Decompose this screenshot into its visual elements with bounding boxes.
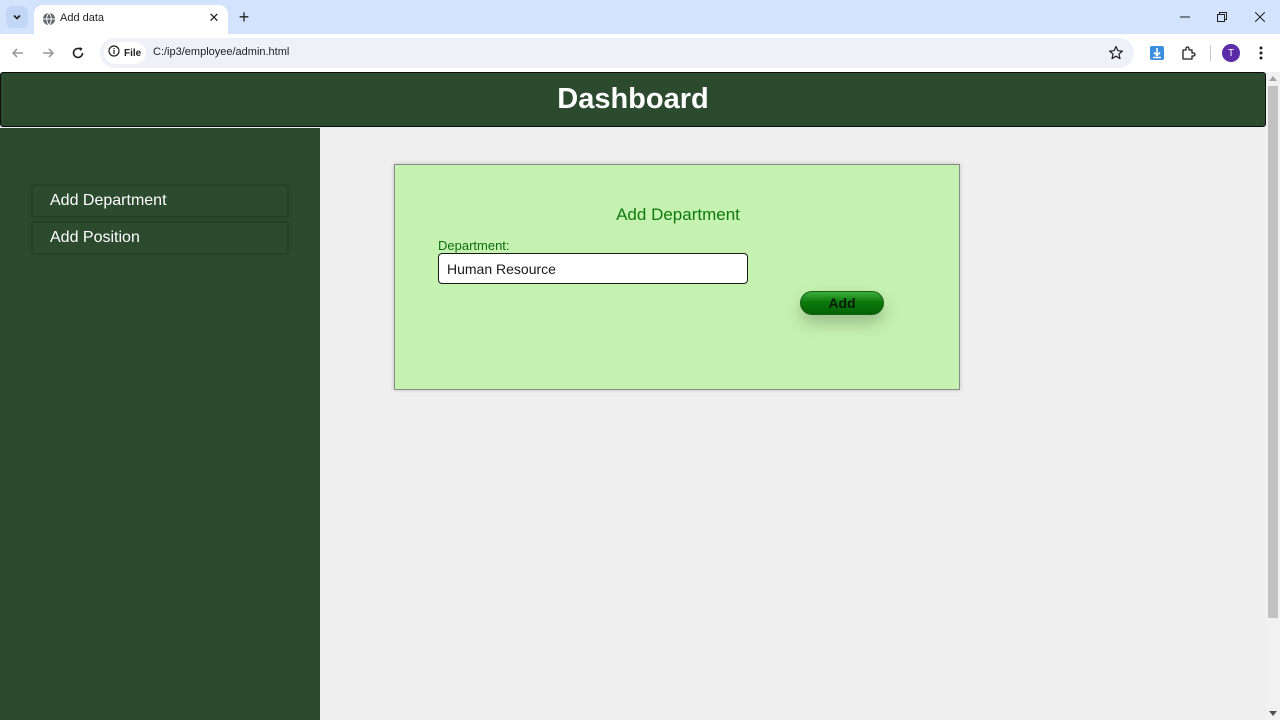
tab-strip: Add data ✕ + xyxy=(0,0,1280,34)
tab-title: Add data xyxy=(60,12,105,24)
forward-arrow-icon[interactable] xyxy=(38,43,58,63)
browser-toolbar: File C:/ip3/employee/admin.html T xyxy=(0,34,1280,72)
reload-icon[interactable] xyxy=(68,43,88,63)
add-button[interactable]: Add xyxy=(800,291,884,315)
scroll-thumb[interactable] xyxy=(1268,86,1278,618)
tab-list-icon[interactable] xyxy=(6,6,28,28)
form-title: Add Department xyxy=(616,205,740,224)
file-chip-label: File xyxy=(124,47,142,59)
address-bar[interactable]: File C:/ip3/employee/admin.html xyxy=(100,38,1134,68)
department-field-label: Department: xyxy=(438,238,510,253)
vertical-scrollbar[interactable] xyxy=(1266,72,1280,720)
page-header: Dashboard xyxy=(0,72,1266,127)
extensions-icon[interactable] xyxy=(1179,44,1197,62)
page-title: Dashboard xyxy=(557,83,709,115)
sidebar-item-add-department[interactable]: Add Department xyxy=(32,185,288,217)
sidebar-item-add-position[interactable]: Add Position xyxy=(32,222,288,254)
scroll-up-arrow-icon[interactable] xyxy=(1269,76,1277,81)
star-icon[interactable] xyxy=(1108,45,1124,61)
close-icon[interactable]: ✕ xyxy=(206,10,222,26)
add-department-form: Add Department Department: Add xyxy=(394,164,960,390)
url-text[interactable]: C:/ip3/employee/admin.html xyxy=(153,46,289,58)
avatar[interactable]: T xyxy=(1222,44,1240,62)
plus-icon[interactable]: + xyxy=(234,7,254,27)
more-vert-icon[interactable] xyxy=(1252,44,1270,62)
browser-tab[interactable]: Add data ✕ xyxy=(34,5,228,34)
sidebar: Add Department Add Position xyxy=(0,128,320,720)
info-icon xyxy=(108,44,120,62)
close-window-icon[interactable] xyxy=(1241,0,1279,34)
scroll-down-arrow-icon[interactable] xyxy=(1269,711,1277,716)
restore-icon[interactable] xyxy=(1203,0,1241,34)
page-viewport: Dashboard Add Department Add Position Ad… xyxy=(0,72,1266,720)
download-icon[interactable] xyxy=(1148,44,1166,62)
minimize-icon[interactable] xyxy=(1166,0,1204,34)
toolbar-divider xyxy=(1210,45,1211,61)
back-arrow-icon[interactable] xyxy=(8,43,28,63)
globe-icon xyxy=(42,12,56,26)
department-input[interactable] xyxy=(438,253,748,284)
site-info-chip[interactable]: File xyxy=(104,42,146,64)
